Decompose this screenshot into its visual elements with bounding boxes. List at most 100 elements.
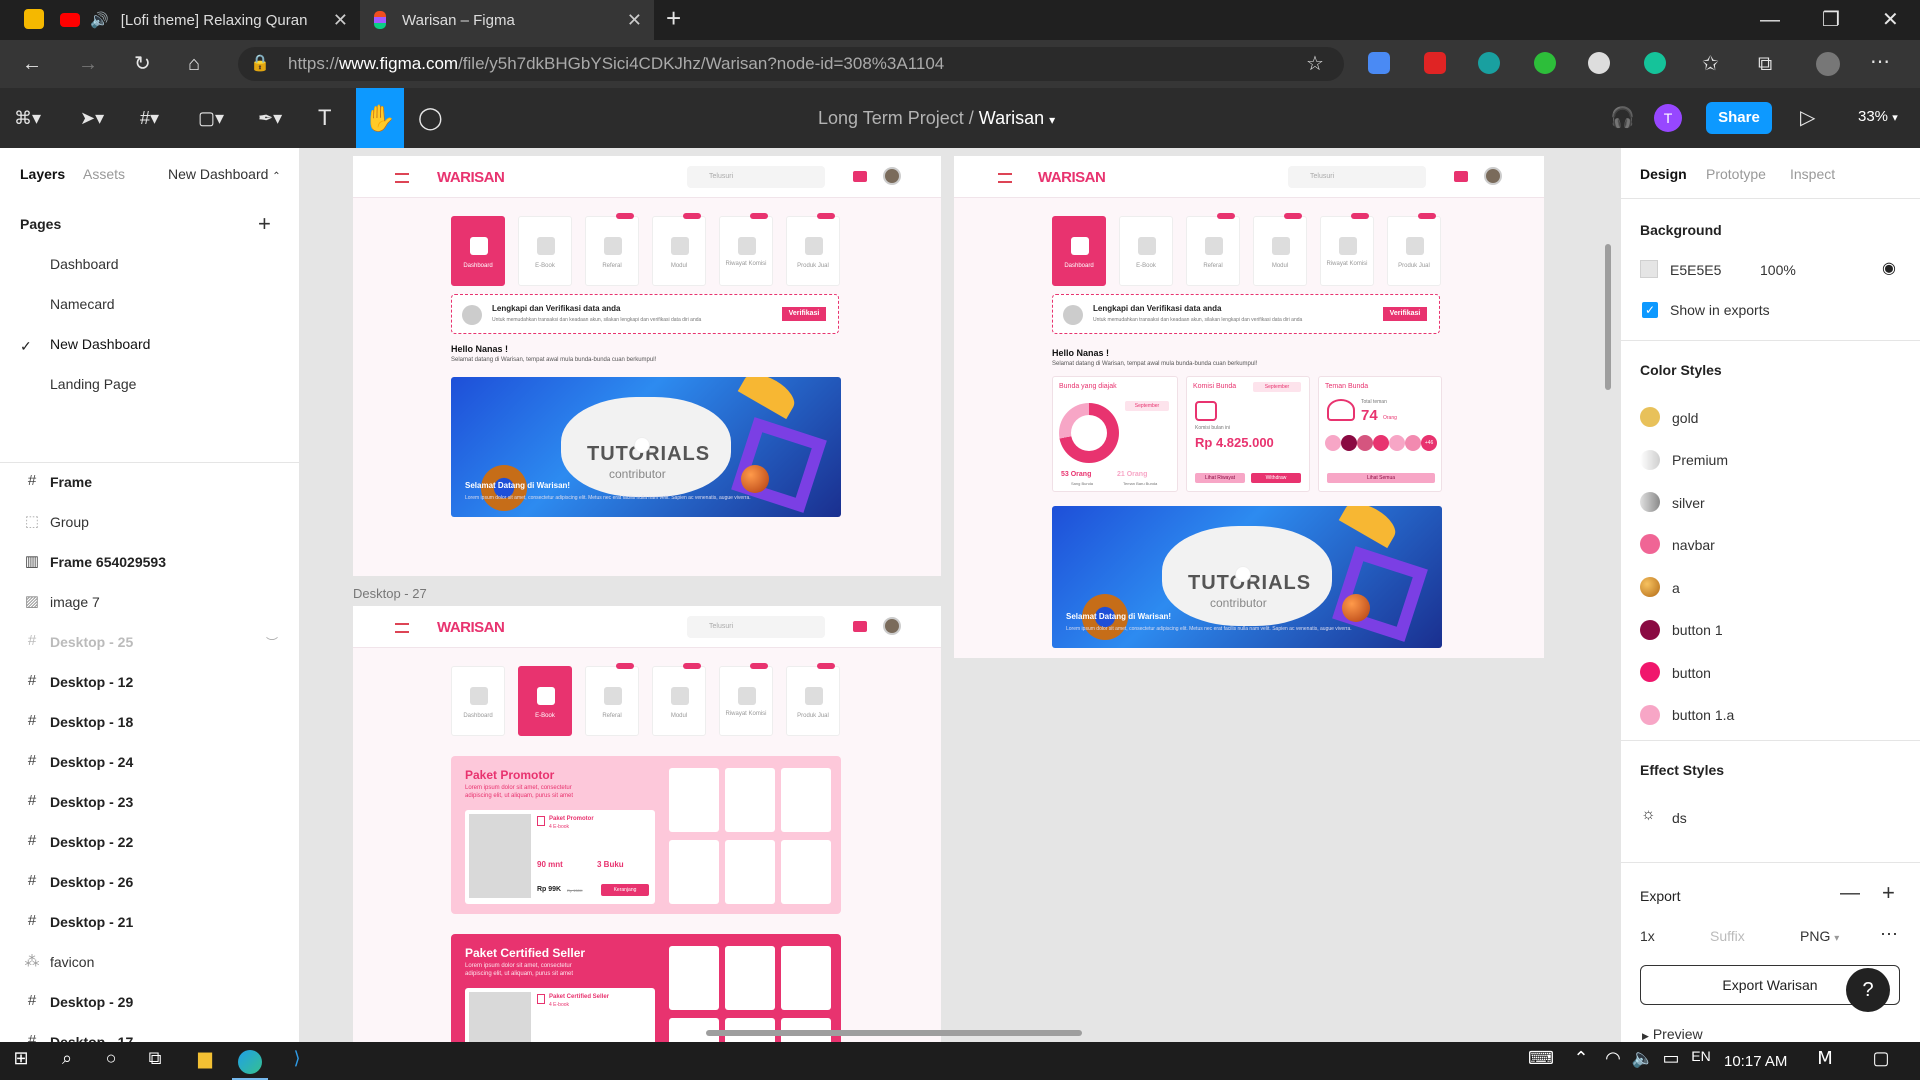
tab-layers[interactable]: Layers [20, 166, 65, 182]
bg-hex-input[interactable]: E5E5E5 [1670, 262, 1721, 278]
comment-tool-icon[interactable]: ◯ [418, 106, 443, 130]
color-style-swatch[interactable] [1640, 662, 1660, 682]
help-button[interactable]: ? [1846, 968, 1890, 1012]
app-tray-icon[interactable]: Ⅿ [1810, 1048, 1840, 1069]
horizontal-scrollbar[interactable] [706, 1030, 1082, 1036]
preview-toggle[interactable]: ▶ Preview [1642, 1026, 1703, 1042]
tab-design[interactable]: Design [1640, 166, 1687, 182]
remove-export-icon[interactable]: — [1840, 882, 1860, 905]
speaker-icon[interactable]: 🔊 [90, 11, 109, 29]
file-breadcrumb[interactable]: Long Term Project / Warisan ▾ [818, 108, 1055, 129]
present-play-icon[interactable]: ▷ [1800, 106, 1815, 130]
bg-opacity-input[interactable]: 100% [1760, 262, 1796, 278]
color-style-name[interactable]: navbar [1672, 537, 1715, 553]
tab-figma[interactable]: Warisan – Figma ✕ [360, 0, 654, 40]
layer-item[interactable]: favicon [50, 954, 94, 970]
color-style-swatch[interactable] [1640, 705, 1660, 725]
battery-icon[interactable]: ▭ [1656, 1048, 1686, 1069]
pen-tool-icon[interactable]: ✒▾ [258, 106, 282, 130]
tab-prototype[interactable]: Prototype [1706, 166, 1766, 182]
translate-extension-icon[interactable] [1368, 52, 1390, 74]
search-icon[interactable]: ⌕ [52, 1048, 82, 1069]
circle-extension-icon[interactable] [1588, 52, 1610, 74]
more-icon[interactable]: ⋯ [1870, 50, 1890, 74]
desktop-frame-ebook[interactable]: WARISAN Telusuri Dashboard E-Book Refera… [353, 606, 941, 1042]
grammarly-extension-icon[interactable] [1644, 52, 1666, 74]
edge-app-icon[interactable] [238, 1050, 262, 1074]
frame-label[interactable]: Desktop - 27 [353, 586, 427, 601]
figma-canvas[interactable]: WARISAN Telusuri Dashboard E-Book Refera… [300, 148, 1620, 1042]
move-tool-icon[interactable]: ➤▾ [80, 106, 104, 130]
export-scale[interactable]: 1x [1640, 928, 1655, 944]
desktop-frame-dashboard[interactable]: WARISAN Telusuri Dashboard E-Book Refera… [353, 156, 941, 576]
color-style-name[interactable]: Premium [1672, 452, 1728, 468]
add-page-icon[interactable]: + [258, 212, 271, 236]
hidden-eye-icon[interactable]: ︶ [266, 634, 278, 651]
tab-assets[interactable]: Assets [83, 166, 125, 182]
address-bar[interactable]: https://www.figma.com/file/y5h7dkBHGbYSi… [238, 47, 1344, 81]
color-style-swatch[interactable] [1640, 577, 1660, 597]
notifications-icon[interactable]: ▢ [1866, 1048, 1896, 1069]
color-style-name[interactable]: a [1672, 580, 1680, 596]
layer-item[interactable]: Desktop - 29 [50, 994, 133, 1010]
user-avatar[interactable]: T [1654, 104, 1682, 132]
layer-item[interactable]: Group [50, 514, 89, 530]
home-icon[interactable]: ⌂ [188, 52, 200, 76]
windows-start-icon[interactable]: ⊞ [6, 1048, 36, 1069]
audio-headphones-icon[interactable]: 🎧 [1610, 106, 1635, 130]
desktop-frame-dashboard-stats[interactable]: WARISAN Telusuri Dashboard E-Book Refera… [954, 156, 1544, 658]
layer-item[interactable]: image 7 [50, 594, 100, 610]
layer-item[interactable]: Desktop - 21 [50, 914, 133, 930]
project-name[interactable]: Long Term Project [818, 108, 964, 128]
layer-item[interactable]: Desktop - 18 [50, 714, 133, 730]
tab-inspect[interactable]: Inspect [1790, 166, 1835, 182]
restore-icon[interactable]: ❐ [1822, 8, 1840, 32]
file-name[interactable]: Warisan [979, 108, 1044, 128]
close-tab-icon[interactable]: ✕ [333, 10, 348, 31]
shape-tool-icon[interactable]: ▢▾ [198, 106, 224, 130]
page-item-selected[interactable]: New Dashboard [50, 336, 150, 352]
page-item[interactable]: Dashboard [50, 256, 119, 272]
chevron-down-icon[interactable]: ▾ [1049, 113, 1055, 127]
color-style-name[interactable]: silver [1672, 495, 1705, 511]
lock-icon[interactable]: 🔒 [250, 52, 270, 76]
cortana-icon[interactable]: ○ [96, 1048, 126, 1069]
page-item[interactable]: Landing Page [50, 376, 136, 392]
layer-item[interactable]: Desktop - 24 [50, 754, 133, 770]
layer-item[interactable]: Desktop - 23 [50, 794, 133, 810]
minimize-icon[interactable]: — [1760, 8, 1780, 32]
task-view-icon[interactable]: ⧉ [140, 1048, 170, 1069]
add-favorite-icon[interactable]: ☆ [1306, 52, 1324, 76]
close-tab-icon[interactable]: ✕ [627, 10, 642, 31]
page-selector[interactable]: New Dashboard ⌃ [168, 166, 281, 182]
layer-item[interactable]: Desktop - 12 [50, 674, 133, 690]
color-style-swatch[interactable] [1640, 534, 1660, 554]
reload-icon[interactable]: ↻ [134, 52, 151, 76]
profile-avatar[interactable] [1816, 52, 1840, 76]
color-style-name[interactable]: gold [1672, 410, 1698, 426]
export-options-icon[interactable]: ⋯ [1880, 924, 1898, 945]
zoom-dropdown[interactable]: 33% ▾ [1858, 108, 1898, 125]
eye-icon[interactable]: ◉ [1882, 258, 1896, 278]
pdf-extension-icon[interactable] [1424, 52, 1446, 74]
back-icon[interactable]: ← [22, 52, 42, 76]
clock[interactable]: 10:17 AM [1724, 1053, 1787, 1070]
browser-profile-icon[interactable] [24, 9, 44, 29]
collections-icon[interactable]: ⧉ [1758, 52, 1772, 76]
layer-item[interactable]: Desktop - 17 [50, 1034, 133, 1042]
export-suffix-input[interactable]: Suffix [1710, 928, 1745, 944]
favorites-icon[interactable]: ✩ [1702, 52, 1719, 76]
color-style-name[interactable]: button [1672, 665, 1711, 681]
m-extension-icon[interactable] [1478, 52, 1500, 74]
hand-tool-button[interactable]: ✋ [356, 88, 404, 148]
color-style-swatch[interactable] [1640, 492, 1660, 512]
tab-youtube[interactable]: 🔊 [Lofi theme] Relaxing Quran ✕ [60, 0, 360, 40]
layer-item[interactable]: Frame 654029593 [50, 554, 166, 570]
layer-item[interactable]: Desktop - 22 [50, 834, 133, 850]
layer-item[interactable]: Desktop - 26 [50, 874, 133, 890]
keyboard-icon[interactable]: ⌨ [1526, 1048, 1556, 1069]
wifi-icon[interactable]: ◠ [1598, 1048, 1628, 1069]
export-format-select[interactable]: PNG ▾ [1800, 928, 1839, 944]
chevron-up-icon[interactable]: ⌃ [1566, 1048, 1596, 1069]
color-style-name[interactable]: button 1.a [1672, 707, 1734, 723]
